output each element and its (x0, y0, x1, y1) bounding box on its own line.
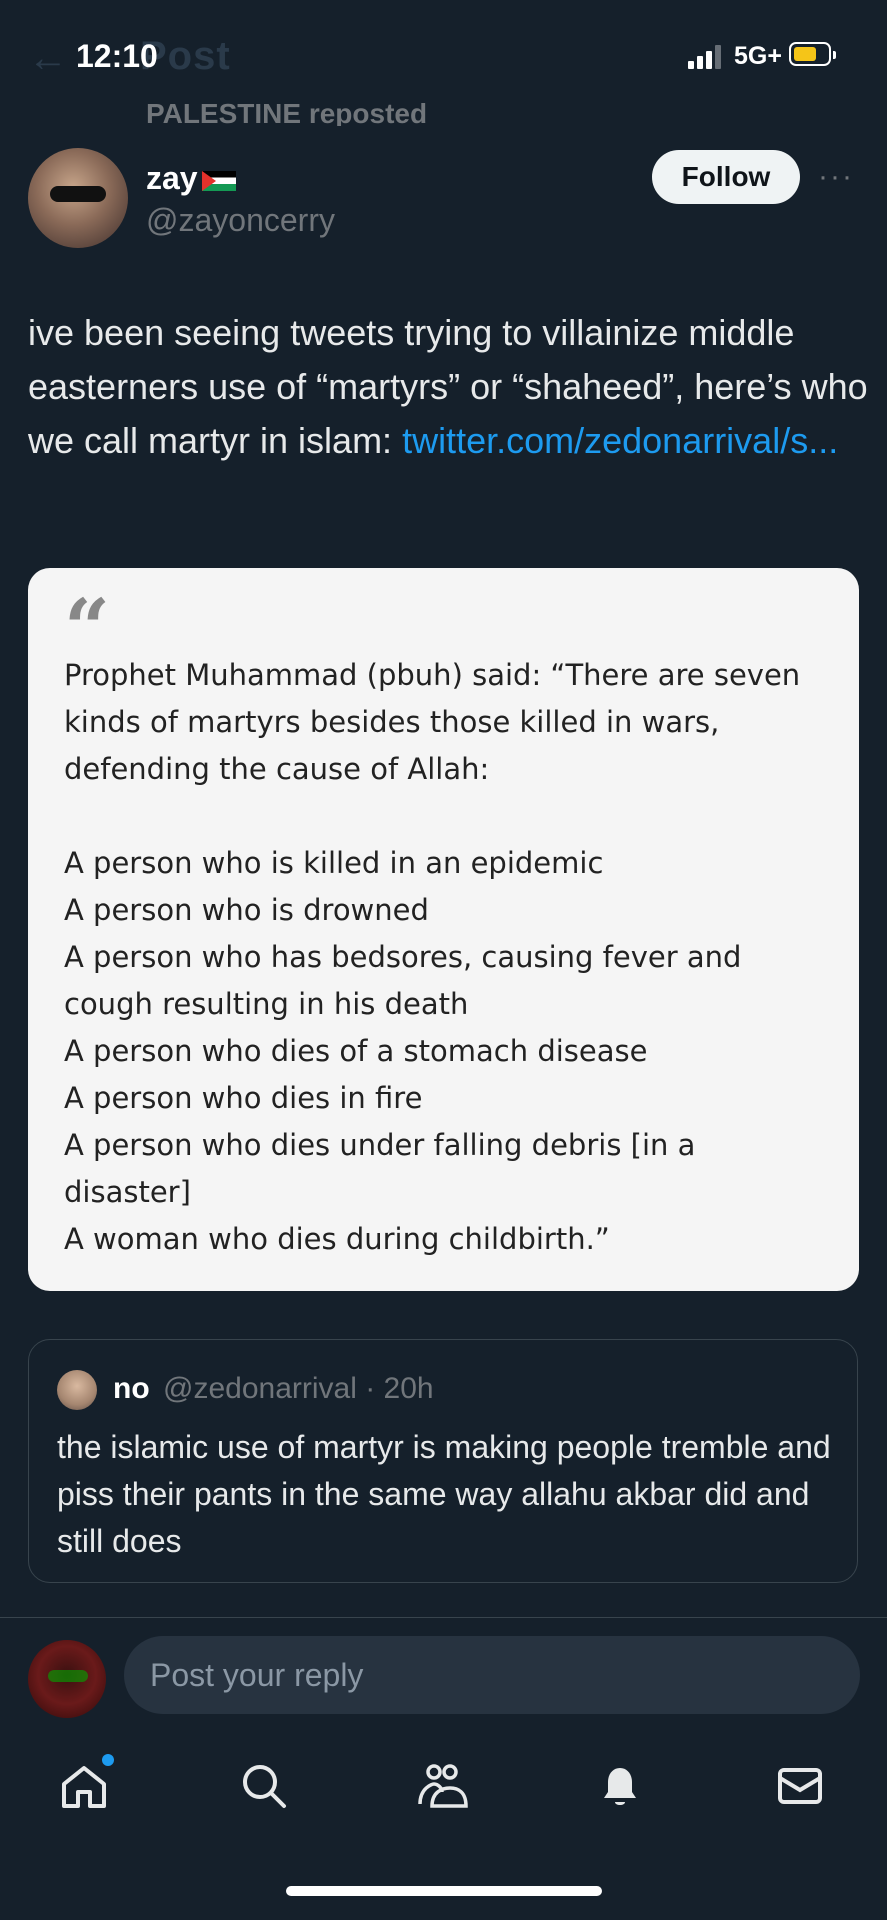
communities-icon[interactable] (412, 1756, 472, 1816)
quote-line: A person who dies in fire (64, 1081, 423, 1115)
author-handle[interactable]: @zayoncerry (146, 202, 335, 239)
quoted-display-name: no (113, 1372, 150, 1405)
palestine-flag-icon (201, 170, 236, 191)
tweet-text: ive been seeing tweets trying to villain… (28, 306, 868, 468)
more-options-icon[interactable]: ··· (818, 160, 854, 194)
quote-line: A person who is drowned (64, 893, 429, 927)
search-icon[interactable] (234, 1756, 294, 1816)
quote-line: A person who has bedsores, causing fever… (64, 940, 742, 974)
quote-line: cough resulting in his death (64, 987, 469, 1021)
reply-input[interactable] (124, 1636, 860, 1714)
home-notification-dot (102, 1754, 114, 1766)
status-bar: ← Post 12:10 5G+ (0, 0, 887, 110)
repost-label: PALESTINE reposted (146, 98, 428, 126)
clock: 12:10 (76, 38, 158, 74)
user-avatar (28, 1640, 106, 1718)
quote-line: disaster] (64, 1175, 191, 1209)
quote-line: A person who is killed in an epidemic (64, 846, 604, 880)
divider (0, 1617, 887, 1618)
attached-image[interactable]: “ Prophet Muhammad (pbuh) said: “There a… (28, 568, 859, 1291)
quote-text: Prophet Muhammad (pbuh) said: “There are… (64, 652, 844, 1263)
battery-icon (789, 42, 836, 66)
network-label: 5G+ (734, 42, 782, 70)
author-avatar[interactable] (28, 148, 128, 248)
quoted-avatar (57, 1370, 97, 1410)
back-arrow-icon[interactable]: ← (28, 36, 68, 81)
messages-icon[interactable] (770, 1756, 830, 1816)
author-name-row[interactable]: zay (146, 160, 236, 197)
quote-line: kinds of martyrs besides those killed in… (64, 705, 720, 739)
quoted-text: the islamic use of martyr is making peop… (57, 1429, 831, 1559)
notifications-icon[interactable] (590, 1756, 650, 1816)
quoted-tweet[interactable]: no @zedonarrival · 20h the islamic use o… (28, 1339, 858, 1583)
tweet-link[interactable]: twitter.com/zedonarrival/s... (402, 420, 838, 461)
quote-line: Prophet Muhammad (pbuh) said: “There are… (64, 658, 801, 692)
quote-line: defending the cause of Allah: (64, 752, 490, 786)
quoted-handle-time: @zedonarrival · 20h (163, 1372, 434, 1405)
home-indicator (286, 1886, 602, 1896)
quote-line: A person who dies under falling debris [… (64, 1128, 696, 1162)
signal-icon (688, 45, 726, 69)
quote-line: A woman who dies during childbirth.” (64, 1222, 610, 1256)
author-display-name: zay (146, 160, 198, 196)
bottom-nav (0, 1740, 887, 1840)
follow-button[interactable]: Follow (652, 150, 800, 204)
quote-line: A person who dies of a stomach disease (64, 1034, 648, 1068)
quote-line (64, 793, 844, 840)
